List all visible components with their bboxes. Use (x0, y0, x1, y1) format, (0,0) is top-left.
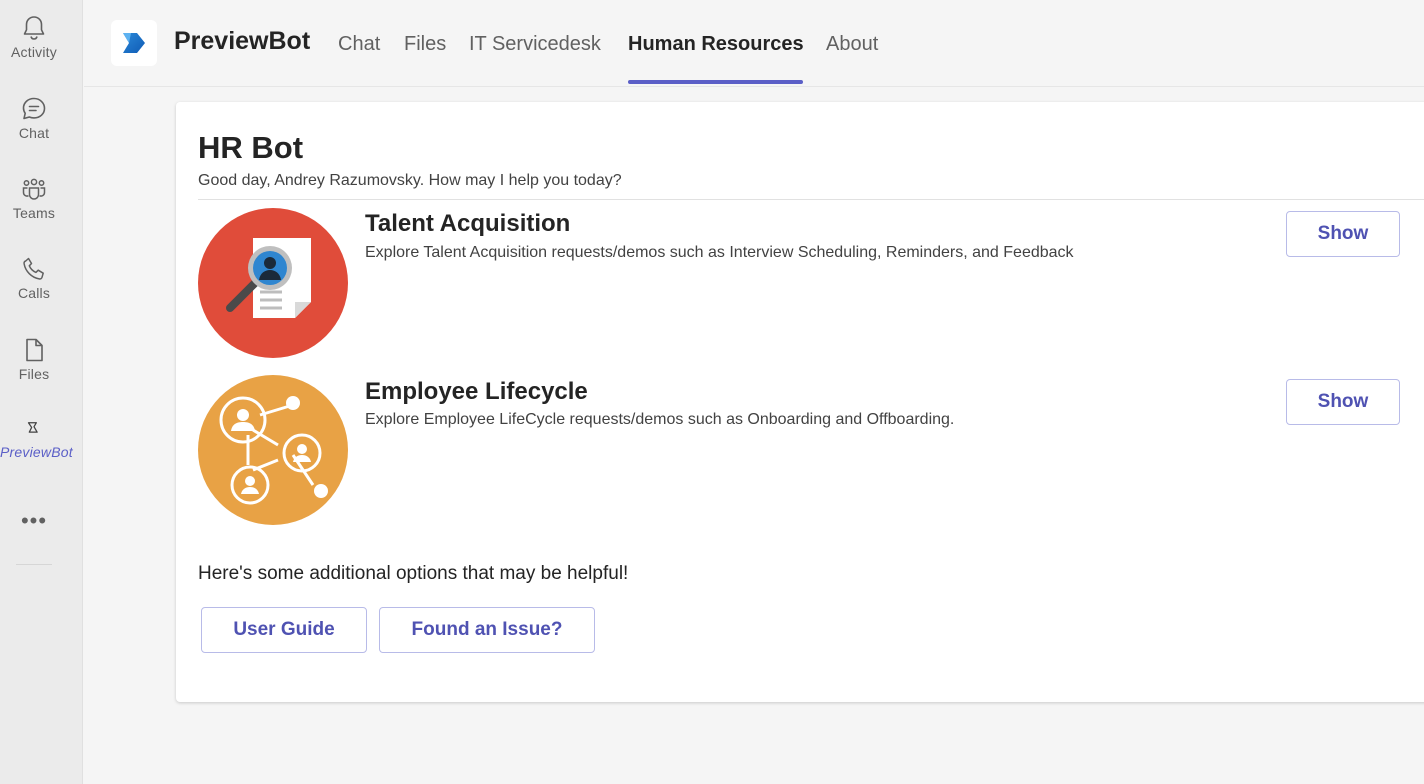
card-subtitle: Good day, Andrey Razumovsky. How may I h… (198, 172, 622, 189)
tab-chat[interactable]: Chat (338, 33, 380, 56)
tab-it-servicedesk[interactable]: IT Servicedesk (469, 33, 601, 56)
app-header: PreviewBot Chat Files IT Servicedesk Hum… (84, 0, 1424, 87)
more-apps-icon[interactable]: ••• (0, 508, 68, 534)
tab-human-resources[interactable]: Human Resources (628, 33, 804, 56)
employee-lifecycle-title: Employee Lifecycle (365, 378, 588, 405)
rail-item-label: Calls (17, 285, 51, 301)
rail-item-label: Files (18, 366, 50, 382)
bell-icon (23, 16, 45, 40)
rail-item-activity[interactable]: Activity (0, 14, 68, 60)
rail-item-label: Chat (18, 125, 50, 141)
user-guide-button[interactable]: User Guide (201, 607, 367, 653)
previewbot-logo-icon (123, 33, 145, 53)
show-talent-acquisition-button[interactable]: Show (1286, 211, 1400, 257)
rail-item-label: Teams (12, 205, 56, 221)
rail-divider (16, 564, 52, 565)
previewbot-icon (27, 422, 38, 433)
app-rail: Activity Chat Teams Calls Files PreviewB… (0, 0, 83, 784)
hr-bot-card: HR Bot Good day, Andrey Razumovsky. How … (176, 102, 1424, 702)
chat-icon (22, 97, 46, 120)
employee-lifecycle-description: Explore Employee LifeCycle requests/demo… (365, 411, 955, 428)
talent-acquisition-description: Explore Talent Acquisition requests/demo… (365, 244, 1074, 261)
rail-item-previewbot[interactable]: PreviewBot (0, 418, 73, 460)
rail-item-label: Activity (11, 44, 57, 60)
rail-item-label: PreviewBot (0, 444, 73, 460)
talent-acquisition-title: Talent Acquisition (365, 210, 571, 237)
talent-acquisition-icon (198, 208, 348, 358)
tab-files[interactable]: Files (404, 33, 446, 56)
rail-item-teams[interactable]: Teams (0, 175, 68, 221)
show-employee-lifecycle-button[interactable]: Show (1286, 379, 1400, 425)
app-name: PreviewBot (174, 27, 311, 55)
rail-item-calls[interactable]: Calls (0, 255, 68, 301)
card-divider (198, 199, 1424, 200)
app-logo (111, 20, 157, 66)
tab-about[interactable]: About (826, 33, 878, 56)
additional-options-text: Here's some additional options that may … (198, 563, 629, 584)
teams-icon (22, 178, 46, 200)
card-title: HR Bot (198, 130, 304, 165)
rail-item-files[interactable]: Files (0, 336, 68, 382)
active-tab-indicator (628, 80, 803, 84)
employee-network-icon (198, 375, 348, 525)
file-icon (26, 338, 43, 362)
phone-icon (23, 257, 44, 280)
found-issue-button[interactable]: Found an Issue? (379, 607, 595, 653)
rail-item-chat[interactable]: Chat (0, 95, 68, 141)
